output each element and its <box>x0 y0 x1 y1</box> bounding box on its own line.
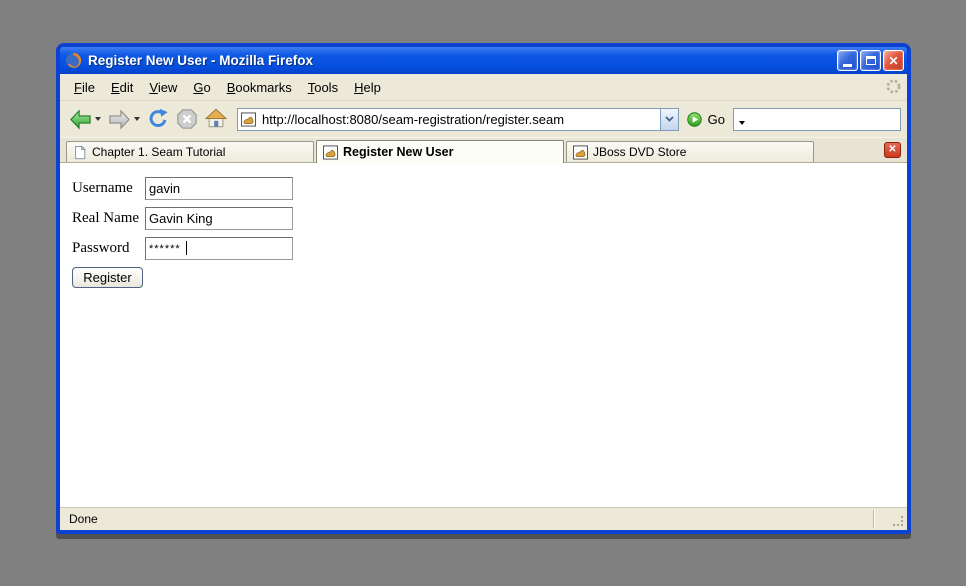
page-content: Username Real Name Password Register <box>60 163 907 507</box>
stop-button[interactable] <box>176 108 198 130</box>
menu-bookmarks[interactable]: Bookmarks <box>219 77 300 98</box>
page-favicon-icon <box>241 112 256 127</box>
reload-button[interactable] <box>147 108 169 130</box>
page-favicon-icon <box>573 145 588 160</box>
menu-go[interactable]: Go <box>185 77 218 98</box>
close-button[interactable]: ✕ <box>883 50 904 71</box>
stop-icon <box>176 108 198 130</box>
menu-bar: File Edit View Go Bookmarks Tools Help <box>60 74 907 101</box>
home-button[interactable] <box>205 108 227 130</box>
back-dropdown-icon[interactable] <box>95 117 101 121</box>
status-bar: Done <box>60 507 907 530</box>
forward-button[interactable] <box>108 108 140 131</box>
resize-grip-icon[interactable] <box>893 516 905 528</box>
title-bar[interactable]: Register New User - Mozilla Firefox ✕ <box>60 47 907 74</box>
tab-label: Chapter 1. Seam Tutorial <box>92 145 225 159</box>
search-box[interactable]: G <box>733 108 901 131</box>
real-name-field[interactable] <box>145 207 293 230</box>
document-icon <box>73 145 87 160</box>
throbber-icon <box>885 78 902 95</box>
menu-file[interactable]: File <box>66 77 103 98</box>
window-title: Register New User - Mozilla Firefox <box>88 53 313 68</box>
back-icon <box>69 108 92 131</box>
chevron-down-icon <box>665 116 674 122</box>
search-input[interactable] <box>745 111 925 128</box>
password-field[interactable] <box>145 237 293 260</box>
close-tab-icon: ✕ <box>888 145 896 155</box>
go-label: Go <box>708 112 725 127</box>
close-icon: ✕ <box>888 55 898 67</box>
statusbar-divider <box>873 510 874 528</box>
tab-jboss-dvd-store[interactable]: JBoss DVD Store <box>566 141 814 162</box>
firefox-icon <box>65 52 82 69</box>
home-icon <box>205 108 227 130</box>
real-name-label: Real Name <box>72 210 145 227</box>
register-button[interactable]: Register <box>72 267 143 288</box>
tab-label: Register New User <box>343 145 453 159</box>
username-field[interactable] <box>145 177 293 200</box>
form-row-username: Username <box>72 177 907 200</box>
go-button[interactable]: Go <box>687 112 725 127</box>
browser-window: Register New User - Mozilla Firefox ✕ Fi… <box>56 43 911 534</box>
desktop: { "window": { "title": "Register New Use… <box>0 0 966 586</box>
tab-bar: Chapter 1. Seam Tutorial Register New Us… <box>60 137 907 163</box>
forward-dropdown-icon[interactable] <box>134 117 140 121</box>
status-text: Done <box>69 512 98 526</box>
tab-register-new-user[interactable]: Register New User <box>316 140 564 163</box>
forward-icon <box>108 108 131 131</box>
tab-seam-tutorial[interactable]: Chapter 1. Seam Tutorial <box>66 141 314 162</box>
password-label: Password <box>72 240 145 257</box>
go-icon <box>687 112 702 127</box>
menu-view[interactable]: View <box>141 77 185 98</box>
address-bar[interactable] <box>237 108 679 131</box>
close-tab-button[interactable]: ✕ <box>884 142 901 158</box>
menu-tools[interactable]: Tools <box>300 77 346 98</box>
maximize-button[interactable] <box>860 50 881 71</box>
address-input[interactable] <box>256 112 660 127</box>
form-row-password: Password <box>72 237 907 260</box>
maximize-icon <box>866 56 876 65</box>
tab-label: JBoss DVD Store <box>593 145 686 159</box>
menu-edit[interactable]: Edit <box>103 77 141 98</box>
minimize-button[interactable] <box>837 50 858 71</box>
navigation-toolbar: Go G <box>60 101 907 137</box>
minimize-icon <box>843 64 852 67</box>
form-row-real-name: Real Name <box>72 207 907 230</box>
menu-help[interactable]: Help <box>346 77 389 98</box>
back-button[interactable] <box>69 108 101 131</box>
username-label: Username <box>72 180 145 197</box>
address-dropdown-button[interactable] <box>660 109 678 130</box>
reload-icon <box>147 108 169 130</box>
text-caret <box>186 241 187 255</box>
page-favicon-icon <box>323 145 338 160</box>
